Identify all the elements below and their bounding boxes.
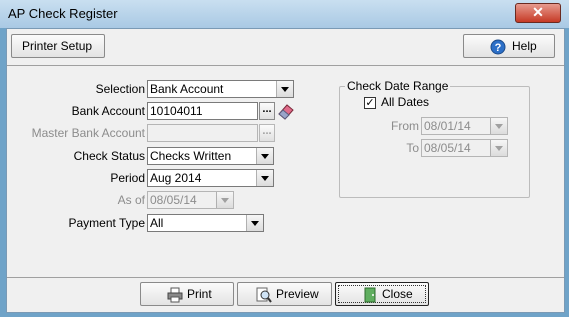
door-icon xyxy=(364,287,376,303)
chevron-down-icon xyxy=(246,215,263,231)
period-value: Aug 2014 xyxy=(150,171,202,185)
check-date-range-title: Check Date Range xyxy=(345,79,451,93)
preview-button[interactable]: Preview xyxy=(237,282,332,306)
as-of-label: As of xyxy=(117,193,145,207)
payment-type-label: Payment Type xyxy=(68,216,146,230)
printer-setup-label: Printer Setup xyxy=(22,39,93,53)
period-label: Period xyxy=(110,171,145,185)
master-bank-account-input[interactable] xyxy=(147,124,258,142)
to-date-dropdown[interactable]: 08/05/14 xyxy=(421,139,508,157)
chevron-down-icon xyxy=(490,140,507,156)
payment-type-dropdown[interactable]: All xyxy=(147,214,264,232)
action-bar: Print Preview Close xyxy=(7,277,564,312)
app-window: AP Check Register ✕ Printer Setup ? Help… xyxy=(0,0,569,317)
window-close-button[interactable]: ✕ xyxy=(515,3,561,23)
selection-label: Selection xyxy=(95,82,145,96)
period-dropdown[interactable]: Aug 2014 xyxy=(147,169,274,187)
all-dates-checkbox[interactable]: ✓ xyxy=(364,97,376,109)
print-button[interactable]: Print xyxy=(140,282,234,306)
selection-value: Bank Account xyxy=(150,82,224,96)
master-bank-account-lookup-button[interactable]: ... xyxy=(259,124,275,142)
toolbar: Printer Setup ? Help xyxy=(7,29,564,66)
window-title: AP Check Register xyxy=(8,6,118,21)
bank-account-value: 10104011 xyxy=(150,104,203,118)
help-button[interactable]: ? Help xyxy=(463,34,555,58)
svg-text:?: ? xyxy=(495,42,502,54)
all-dates-label: All Dates xyxy=(381,95,430,109)
check-status-value: Checks Written xyxy=(150,149,232,163)
bank-account-label: Bank Account xyxy=(71,104,145,118)
chevron-down-icon xyxy=(256,170,273,186)
print-label: Print xyxy=(187,287,212,301)
as-of-value: 08/05/14 xyxy=(150,193,197,207)
check-status-dropdown[interactable]: Checks Written xyxy=(147,147,274,165)
to-label: To xyxy=(406,141,419,155)
dialog-body: Printer Setup ? Help Selection Bank Acco… xyxy=(6,28,565,313)
bank-account-input[interactable]: 10104011 xyxy=(147,102,258,120)
from-date-dropdown[interactable]: 08/01/14 xyxy=(421,117,508,135)
eraser-icon xyxy=(278,104,294,120)
as-of-dropdown[interactable]: 08/05/14 xyxy=(147,191,234,209)
master-bank-account-label: Master Bank Account xyxy=(31,126,145,140)
chevron-down-icon xyxy=(256,148,273,164)
to-date-value: 08/05/14 xyxy=(424,141,471,155)
close-button[interactable]: Close xyxy=(335,282,429,306)
bank-account-lookup-button[interactable]: ... xyxy=(259,102,275,120)
chevron-down-icon xyxy=(490,118,507,134)
close-label: Close xyxy=(382,287,413,301)
title-bar: AP Check Register ✕ xyxy=(0,0,569,28)
from-date-value: 08/01/14 xyxy=(424,119,471,133)
magnifier-icon xyxy=(256,287,272,303)
printer-setup-button[interactable]: Printer Setup xyxy=(11,34,105,58)
payment-type-value: All xyxy=(150,216,164,230)
chevron-down-icon xyxy=(216,192,233,208)
chevron-down-icon xyxy=(276,81,293,97)
from-label: From xyxy=(391,119,419,133)
printer-icon xyxy=(167,287,183,303)
help-icon: ? xyxy=(490,39,506,55)
help-label: Help xyxy=(512,39,537,53)
clear-bank-account-button[interactable] xyxy=(277,102,295,120)
check-status-label: Check Status xyxy=(73,149,145,163)
selection-dropdown[interactable]: Bank Account xyxy=(147,80,294,98)
preview-label: Preview xyxy=(276,287,319,301)
